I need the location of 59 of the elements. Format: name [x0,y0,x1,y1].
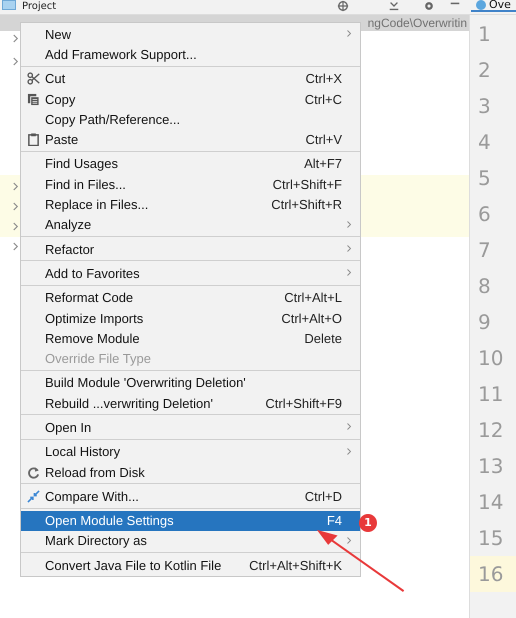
panel-title[interactable]: Project [22,1,56,13]
line-number: 2 [477,57,492,84]
menu-item[interactable]: Reload from Disk [21,462,360,482]
target-icon[interactable] [337,0,349,12]
menu-item[interactable]: Local History [21,442,360,462]
clipboard-icon [26,133,40,146]
line-number: 8 [477,273,492,300]
chevron-icon[interactable] [12,202,19,211]
menu-item[interactable]: Analyze [21,214,360,235]
menu-item[interactable]: Replace in Files... Ctrl+Shift+R [21,194,360,215]
line-number: 15 [477,525,504,552]
menu-item[interactable]: Reformat Code Ctrl+Alt+L [21,288,360,308]
line-number: 12 [477,417,504,444]
line-number: 10 [477,345,504,372]
line-number: 6 [477,201,492,228]
module-path: ngCode\Overwritin [368,16,468,30]
chevron-icon[interactable] [12,57,19,66]
menu-item[interactable]: Cut Ctrl+X [21,68,360,89]
menu-item[interactable]: Copy Ctrl+C [21,88,360,110]
class-icon [476,0,486,10]
line-number: 13 [477,453,504,480]
folder-icon [2,0,16,10]
line-number: 1 [477,21,492,48]
menu-item[interactable]: Add to Favorites [21,263,360,284]
line-number: 11 [477,381,504,408]
menu-item[interactable]: Open Module Settings F4 [21,510,360,531]
line-number: 9 [477,309,492,336]
line-number: 3 [477,93,492,120]
line-number: 14 [477,489,504,516]
line-number: 7 [477,237,492,264]
menu-item[interactable]: Optimize Imports Ctrl+Alt+O [21,308,360,328]
copy-icon [26,92,40,106]
chevron-icon[interactable] [12,222,19,231]
collapse-icon[interactable] [388,0,400,12]
menu-item[interactable]: Add Framework Support... [21,44,360,65]
menu-item[interactable]: Remove Module Delete [21,328,360,348]
compare-icon [26,490,40,503]
menu-item[interactable]: Find in Files... Ctrl+Shift+F [21,174,360,194]
menu-item[interactable]: Rebuild ...verwriting Deletion' Ctrl+Shift+F9 [21,393,360,414]
line-number: 5 [477,165,492,192]
menu-item[interactable]: Mark Directory as [21,530,360,552]
scissors-icon [26,72,40,86]
chevron-icon[interactable] [12,34,19,43]
menu-item[interactable]: New [21,24,360,44]
menu-item[interactable]: Compare With... Ctrl+D [21,486,360,507]
line-number: 4 [477,129,492,156]
line-number: 16 [470,556,516,592]
reload-icon [26,466,40,479]
menu-item[interactable]: Convert Java File to Kotlin File Ctrl+Alt+Shift+K [21,555,360,576]
editor-tab[interactable]: Ove [471,0,516,12]
settings-icon[interactable] [423,0,435,12]
menu-item[interactable]: Paste Ctrl+V [21,129,360,150]
menu-item[interactable]: Refactor [21,238,360,260]
menu-item[interactable]: Build Module 'Overwriting Deletion' [21,372,360,394]
menu-item[interactable]: Find Usages Alt+F7 [21,154,360,174]
chevron-icon[interactable] [12,182,19,191]
menu-item[interactable]: Open In [21,417,360,438]
menu-item[interactable]: Copy Path/Reference... [21,109,360,130]
chevron-icon[interactable] [12,242,19,251]
